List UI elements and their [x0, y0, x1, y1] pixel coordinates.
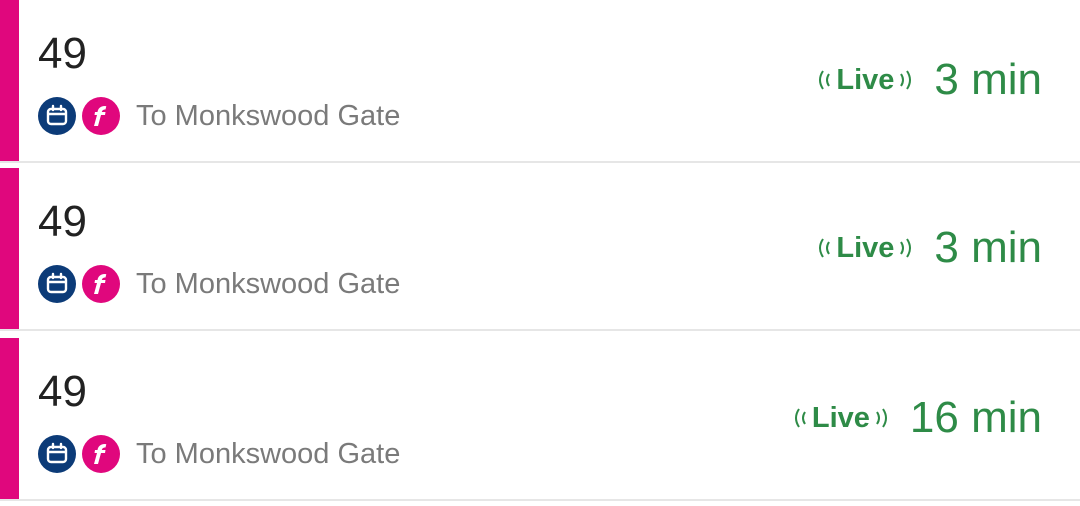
live-signal-right-icon — [876, 408, 887, 428]
departure-row[interactable]: 49 To Monkswood Gate — [0, 0, 1080, 163]
live-indicator: Live — [814, 64, 916, 97]
arrival-info: Live 16 min — [790, 390, 1042, 446]
route-color-bar — [0, 168, 19, 329]
operator-logo-icon — [82, 97, 120, 135]
route-number: 49 — [38, 367, 87, 416]
live-indicator: Live — [814, 232, 916, 265]
destination-label: To Monkswood Gate — [136, 267, 401, 300]
departure-meta: To Monkswood Gate — [38, 434, 400, 474]
operator-logo-icon — [82, 435, 120, 473]
live-signal-left-icon — [794, 408, 806, 428]
departure-meta: To Monkswood Gate — [38, 264, 400, 304]
live-signal-right-icon — [900, 70, 912, 90]
live-label: Live — [836, 231, 895, 264]
arrival-info: Live 3 min — [814, 52, 1042, 108]
live-indicator: Live — [790, 402, 892, 435]
route-color-bar — [0, 338, 19, 499]
route-number: 49 — [38, 29, 87, 78]
route-number: 49 — [38, 197, 87, 246]
destination-label: To Monkswood Gate — [136, 437, 401, 470]
arrival-time: 3 min — [934, 223, 1042, 272]
departure-row[interactable]: 49 To Monkswood Gate — [0, 168, 1080, 331]
live-signal-right-icon — [900, 238, 912, 258]
destination-label: To Monkswood Gate — [136, 99, 401, 132]
arrival-info: Live 3 min — [814, 220, 1042, 276]
live-label: Live — [811, 401, 870, 434]
departures-list: 49 To Monkswood Gate Live 3 min 49 To Mo… — [0, 0, 1080, 506]
departure-row[interactable]: 49 To Monkswood Gate — [0, 338, 1080, 501]
calendar-timetable-icon — [38, 435, 76, 473]
departure-meta: To Monkswood Gate — [38, 96, 400, 136]
arrival-time: 3 min — [934, 55, 1042, 104]
arrival-time: 16 min — [909, 393, 1042, 442]
operator-logo-icon — [82, 265, 120, 303]
live-signal-left-icon — [819, 70, 831, 90]
route-color-bar — [0, 0, 19, 161]
calendar-timetable-icon — [38, 265, 76, 303]
live-signal-left-icon — [819, 238, 831, 258]
calendar-timetable-icon — [38, 97, 76, 135]
live-label: Live — [836, 63, 895, 96]
